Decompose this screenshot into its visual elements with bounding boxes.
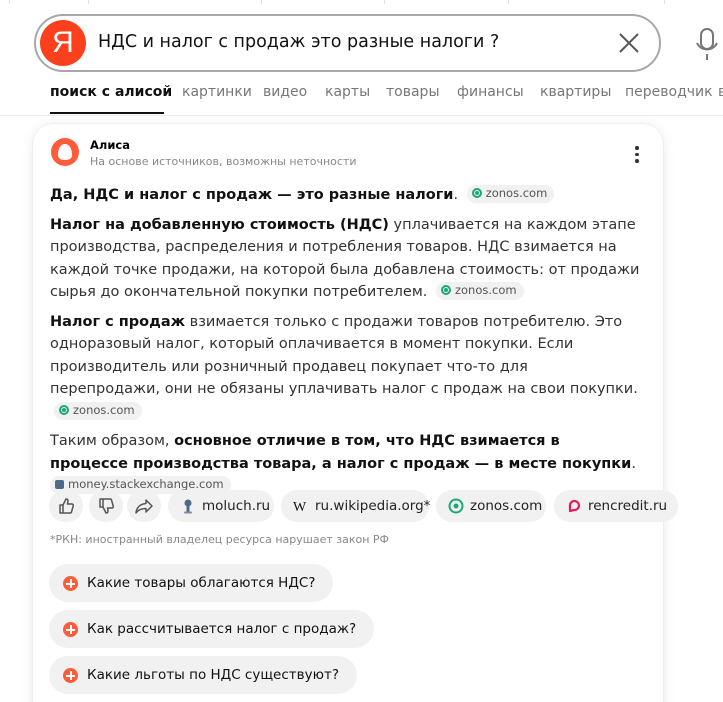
plus-icon bbox=[63, 668, 78, 683]
answer-author: Алиса bbox=[90, 138, 130, 152]
source-badge-zonos[interactable]: zonos.com bbox=[54, 401, 142, 420]
answer-paragraph: Таким образом, основное отличие в том, ч… bbox=[50, 430, 640, 498]
yandex-logo[interactable]: Я bbox=[40, 20, 86, 66]
moluch-icon bbox=[184, 499, 192, 514]
alice-icon bbox=[51, 138, 79, 166]
source-chip-zonos[interactable]: zonos.com bbox=[436, 490, 546, 522]
tab-finance[interactable]: финансы bbox=[457, 84, 524, 100]
answer-headline: Да, НДС и налог с продаж — это разные на… bbox=[50, 187, 454, 203]
answer-paragraph: Налог с продаж взимается только с продаж… bbox=[50, 311, 640, 424]
source-label: zonos.com bbox=[485, 186, 548, 200]
zonos-icon bbox=[448, 498, 464, 514]
tab-more[interactable]: в bbox=[718, 84, 723, 100]
zonos-icon bbox=[440, 285, 451, 295]
suggestion-chip[interactable]: Какие льготы по НДС существуют? bbox=[49, 656, 357, 694]
svg-text:W: W bbox=[293, 500, 307, 514]
thumbs-down-icon bbox=[99, 498, 115, 514]
search-input[interactable]: НДС и налог с продаж это разные налоги ? bbox=[98, 32, 499, 52]
wikipedia-icon: W bbox=[293, 500, 307, 514]
answer-term: Налог на добавленную стоимость (НДС) bbox=[50, 216, 389, 233]
like-button[interactable] bbox=[49, 490, 83, 522]
chip-label: rencredit.ru bbox=[588, 498, 668, 514]
share-button[interactable] bbox=[127, 490, 161, 522]
suggestion-label: Как рассчитывается налог с продаж? bbox=[87, 621, 357, 637]
suggestion-chip[interactable]: Как рассчитывается налог с продаж? bbox=[49, 610, 375, 648]
active-tab-indicator bbox=[50, 112, 164, 114]
microphone-icon[interactable] bbox=[695, 27, 721, 61]
tab-images[interactable]: картинки bbox=[182, 84, 252, 100]
chip-label: zonos.com bbox=[470, 498, 543, 514]
chip-label: moluch.ru bbox=[202, 498, 271, 514]
source-badge-zonos[interactable]: zonos.com bbox=[466, 185, 555, 203]
suggestion-label: Какие льготы по НДС существуют? bbox=[87, 667, 339, 683]
answer-paragraph: Налог на добавленную стоимость (НДС) упл… bbox=[50, 214, 640, 304]
dislike-button[interactable] bbox=[89, 490, 123, 522]
suggestion-chip[interactable]: Какие товары облагаются НДС? bbox=[49, 564, 334, 602]
thumbs-up-icon bbox=[59, 498, 75, 514]
source-chip-wikipedia[interactable]: W ru.wikipedia.org* bbox=[281, 490, 431, 522]
tab-apartments[interactable]: квартиры bbox=[540, 84, 611, 100]
tab-alice-search[interactable]: поиск с алисой bbox=[50, 84, 172, 100]
chip-label: ru.wikipedia.org* bbox=[315, 498, 431, 514]
plus-icon bbox=[63, 576, 78, 591]
answer-disclaimer: На основе источников, возможны неточност… bbox=[90, 155, 357, 168]
search-bar[interactable]: Я НДС и налог с продаж это разные налоги… bbox=[34, 14, 661, 72]
answer-body: Таким образом, bbox=[50, 433, 175, 449]
top-edge bbox=[0, 0, 723, 4]
source-chip-moluch[interactable]: moluch.ru bbox=[168, 490, 274, 522]
source-label: zonos.com bbox=[454, 283, 517, 297]
punctuation: . bbox=[631, 455, 636, 472]
more-icon[interactable] bbox=[631, 146, 643, 166]
tab-translator[interactable]: переводчик bbox=[625, 84, 713, 100]
zonos-icon bbox=[471, 188, 482, 198]
source-label: money.stackexchange.com bbox=[68, 477, 224, 491]
punctuation: . bbox=[453, 187, 459, 203]
tab-maps[interactable]: карты bbox=[325, 84, 370, 100]
source-badge-zonos[interactable]: zonos.com bbox=[435, 282, 524, 300]
clear-icon[interactable] bbox=[617, 31, 641, 55]
stackexchange-icon bbox=[55, 480, 64, 489]
share-icon bbox=[135, 499, 153, 514]
zonos-icon bbox=[59, 404, 69, 415]
tab-video[interactable]: видео bbox=[263, 84, 307, 100]
rkn-notice: *РКН: иностранный владелец ресурса наруш… bbox=[50, 533, 390, 546]
source-label: zonos.com bbox=[73, 402, 135, 417]
alice-answer-card: Алиса На основе источников, возможны нет… bbox=[33, 124, 678, 702]
header-divider bbox=[0, 115, 723, 116]
source-chip-rencredit[interactable]: rencredit.ru bbox=[554, 490, 678, 522]
answer-term: Налог с продаж bbox=[50, 313, 186, 330]
rencredit-icon bbox=[568, 499, 581, 513]
suggestion-label: Какие товары облагаются НДС? bbox=[87, 575, 316, 591]
answer-paragraph: Да, НДС и налог с продаж — это разные на… bbox=[50, 184, 640, 207]
plus-icon bbox=[63, 622, 78, 637]
answer-text: Да, НДС и налог с продаж — это разные на… bbox=[50, 184, 640, 505]
tab-products[interactable]: товары bbox=[386, 84, 440, 100]
